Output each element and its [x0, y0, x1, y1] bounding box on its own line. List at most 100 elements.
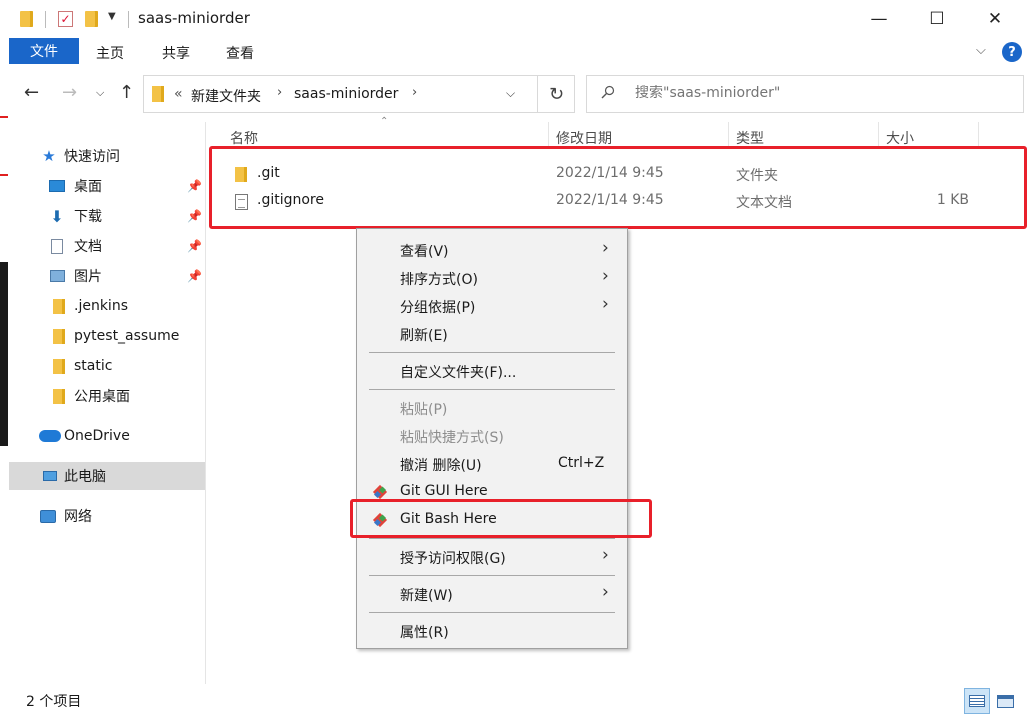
- search-box[interactable]: [586, 75, 1024, 113]
- menu-item-paste: 粘贴(P): [400, 402, 448, 418]
- tab-file[interactable]: 文件: [9, 38, 79, 64]
- search-input[interactable]: [635, 85, 1015, 101]
- menu-item-new[interactable]: 新建(W) ›: [358, 580, 626, 608]
- refresh-button[interactable]: ↻: [537, 76, 575, 112]
- submenu-arrow-icon: ›: [602, 582, 609, 602]
- document-icon: [49, 238, 65, 254]
- menu-separator: [369, 538, 615, 539]
- nav-item-documents[interactable]: 文档 📌: [9, 232, 205, 260]
- menu-separator: [369, 389, 615, 390]
- nav-item-pictures[interactable]: 图片 📌: [9, 262, 205, 290]
- menu-item-undo-delete[interactable]: 撤消 删除(U) Ctrl+Z: [358, 450, 626, 478]
- column-header-size[interactable]: 大小: [886, 128, 914, 148]
- submenu-arrow-icon: ›: [602, 266, 609, 286]
- picture-icon: [49, 268, 65, 284]
- divider: [128, 11, 129, 28]
- computer-icon: [42, 468, 58, 484]
- nav-item-downloads[interactable]: ⬇ 下载 📌: [9, 202, 205, 230]
- sort-ascending-icon: ⌃: [380, 116, 389, 127]
- address-bar[interactable]: « 新建文件夹 › saas-miniorder › ⌵ ↻: [143, 75, 575, 113]
- shortcut-label: Ctrl+Z: [558, 455, 605, 471]
- nav-item-public-desktop[interactable]: 公用桌面: [9, 382, 205, 410]
- breadcrumb-new-folder[interactable]: 新建文件夹: [191, 86, 261, 106]
- properties-quick-icon[interactable]: ✓: [58, 11, 73, 27]
- folder-icon: [51, 298, 67, 314]
- recent-locations-icon[interactable]: ⌵: [96, 86, 104, 100]
- menu-separator: [369, 575, 615, 576]
- pin-icon[interactable]: 📌: [187, 209, 202, 223]
- folder-icon: [152, 86, 164, 102]
- network-icon: [40, 508, 56, 524]
- nav-item-static[interactable]: static: [9, 352, 205, 380]
- context-menu: 查看(V) › 排序方式(O) › 分组依据(P) › 刷新(E) 自定义文件夹…: [356, 228, 628, 649]
- background-terminal-edge: [0, 262, 8, 446]
- nav-item-onedrive[interactable]: OneDrive: [9, 422, 205, 450]
- menu-item-give-access[interactable]: 授予访问权限(G) ›: [358, 543, 626, 571]
- menu-item-refresh[interactable]: 刷新(E): [358, 320, 626, 348]
- details-view-icon: [969, 695, 985, 707]
- expand-ribbon-icon[interactable]: ⌵: [976, 43, 986, 58]
- status-item-count: 2 个项目: [26, 694, 82, 710]
- nav-item-quick-access[interactable]: ★ 快速访问: [9, 142, 205, 170]
- column-divider[interactable]: [878, 122, 879, 148]
- nav-item-pytest-assume[interactable]: pytest_assume: [9, 322, 205, 350]
- menu-item-properties[interactable]: 属性(R): [358, 617, 626, 645]
- annotation-highlight-files: [209, 146, 1027, 229]
- folder-icon: [51, 328, 67, 344]
- background-window-edge: [0, 174, 8, 176]
- menu-separator: [369, 352, 615, 353]
- folder-icon: [51, 388, 67, 404]
- menu-item-view[interactable]: 查看(V) ›: [358, 236, 626, 264]
- star-icon: ★: [42, 147, 56, 165]
- navigation-pane: ★ 快速访问 桌面 📌 ⬇ 下载 📌 文档 📌 图片 📌 .jenkins py…: [9, 122, 206, 684]
- download-icon: ⬇: [50, 206, 64, 226]
- maximize-button[interactable]: ☐: [906, 0, 968, 38]
- menu-separator: [369, 612, 615, 613]
- address-history-dropdown-icon[interactable]: ⌵: [506, 86, 515, 101]
- breadcrumb-chevron-icon[interactable]: ›: [412, 85, 417, 100]
- up-button[interactable]: ↑: [119, 82, 134, 103]
- nav-item-desktop[interactable]: 桌面 📌: [9, 172, 205, 200]
- menu-item-customize-folder[interactable]: 自定义文件夹(F)...: [358, 357, 626, 385]
- folder-icon: [51, 358, 67, 374]
- column-header-type[interactable]: 类型: [736, 128, 764, 148]
- pin-icon[interactable]: 📌: [187, 239, 202, 253]
- help-button[interactable]: ?: [1002, 42, 1022, 62]
- breadcrumb-chevron-icon[interactable]: ›: [277, 85, 282, 100]
- column-divider[interactable]: [548, 122, 549, 148]
- column-divider[interactable]: [978, 122, 979, 148]
- details-view-button[interactable]: [964, 688, 990, 714]
- menu-item-sort-by[interactable]: 排序方式(O) ›: [358, 264, 626, 292]
- tab-view[interactable]: 查看: [226, 43, 254, 63]
- submenu-arrow-icon: ›: [602, 294, 609, 314]
- close-button[interactable]: ✕: [964, 0, 1026, 38]
- customize-quick-access-icon[interactable]: ▼: [108, 11, 116, 22]
- annotation-highlight-git-bash: [350, 499, 652, 538]
- large-icons-view-button[interactable]: [992, 688, 1018, 714]
- breadcrumb-saas-miniorder[interactable]: saas-miniorder: [294, 86, 398, 102]
- nav-item-network[interactable]: 网络: [9, 502, 205, 530]
- pin-icon[interactable]: 📌: [187, 179, 202, 193]
- new-folder-quick-icon[interactable]: [85, 11, 98, 27]
- column-header-name[interactable]: 名称: [230, 128, 258, 148]
- tab-share[interactable]: 共享: [162, 43, 190, 63]
- column-divider[interactable]: [728, 122, 729, 148]
- search-icon: [601, 85, 615, 99]
- column-header-date[interactable]: 修改日期: [556, 128, 612, 148]
- background-window-edge: [0, 116, 8, 118]
- back-button[interactable]: ←: [24, 82, 39, 103]
- forward-button[interactable]: →: [62, 82, 77, 103]
- ribbon-tabs: 文件 主页 共享 查看 ⌵ ?: [0, 38, 1034, 68]
- window-title: saas-miniorder: [138, 9, 250, 27]
- folder-icon: [20, 11, 33, 27]
- submenu-arrow-icon: ›: [602, 545, 609, 565]
- menu-item-paste-shortcut: 粘贴快捷方式(S): [400, 430, 504, 446]
- onedrive-icon: [38, 428, 62, 444]
- menu-item-group-by[interactable]: 分组依据(P) ›: [358, 292, 626, 320]
- breadcrumb-overflow[interactable]: «: [174, 86, 183, 102]
- nav-item-this-pc[interactable]: 此电脑: [9, 462, 205, 490]
- tab-home[interactable]: 主页: [96, 43, 124, 63]
- pin-icon[interactable]: 📌: [187, 269, 202, 283]
- minimize-button[interactable]: —: [848, 0, 910, 38]
- nav-item-jenkins[interactable]: .jenkins: [9, 292, 205, 320]
